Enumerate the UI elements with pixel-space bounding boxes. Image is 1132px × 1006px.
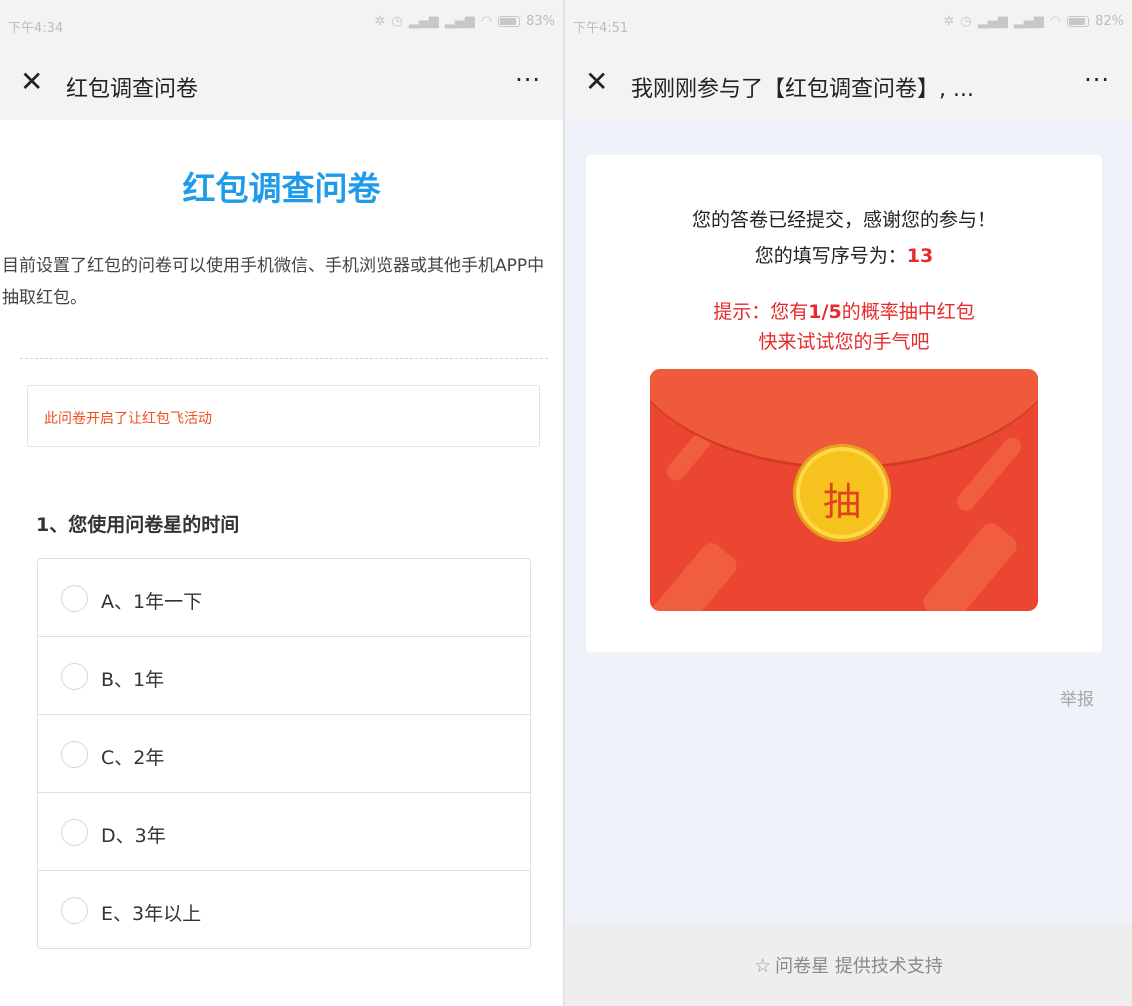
- page-title: 我刚刚参与了【红包调查问卷】, ...: [631, 77, 974, 102]
- signal-icon: ▂▄▆: [408, 14, 439, 29]
- battery-level: 83%: [526, 14, 555, 29]
- envelope-stripe: [650, 539, 741, 611]
- option-label: D、3年: [101, 825, 166, 847]
- notice-text: 此问卷开启了让红包飞活动: [44, 411, 212, 427]
- option-c[interactable]: C、2年: [38, 715, 530, 793]
- option-label: E、3年以上: [101, 903, 202, 925]
- close-icon[interactable]: ✕: [20, 68, 43, 96]
- option-b[interactable]: B、1年: [38, 637, 530, 715]
- thanks-message: 您的答卷已经提交，感谢您的参与！: [691, 209, 996, 231]
- more-icon[interactable]: ···: [1084, 66, 1110, 94]
- status-bar: 下午4:51 ✲ ◷ ▂▄▆ ▂▄▆ ◠ 82%: [565, 0, 1132, 48]
- hint-suffix: 的概率抽中红包: [841, 301, 975, 323]
- alarm-icon: ◷: [960, 14, 972, 29]
- footer: ☆ 问卷星 提供技术支持: [565, 924, 1132, 1006]
- result-card: 您的答卷已经提交，感谢您的参与！ 您的填写序号为：13 提示：您有1/5的概率抽…: [586, 155, 1102, 652]
- battery-level: 82%: [1095, 14, 1124, 29]
- signal-icon-2: ▂▄▆: [444, 14, 475, 29]
- more-icon[interactable]: ···: [515, 66, 541, 94]
- close-icon[interactable]: ✕: [585, 68, 608, 96]
- radio-button[interactable]: [61, 741, 88, 768]
- status-bar: 下午4:34 ✲ ◷ ▂▄▆ ▂▄▆ ◠ 83%: [0, 0, 563, 48]
- radio-button[interactable]: [61, 819, 88, 846]
- signal-icon: ▂▄▆: [977, 14, 1008, 29]
- wifi-icon: ◠: [480, 14, 493, 29]
- draw-label: 抽: [822, 480, 861, 524]
- red-envelope[interactable]: 抽: [650, 369, 1038, 611]
- envelope-stripe: [919, 519, 1021, 611]
- option-label: C、2年: [101, 747, 165, 769]
- survey-description: 目前设置了红包的问卷可以使用手机微信、手机浏览器或其他手机APP中抽取红包。: [2, 256, 545, 308]
- report-link[interactable]: 举报: [1060, 685, 1094, 710]
- serial-line: 您的填写序号为：13: [586, 241, 1102, 268]
- radio-button[interactable]: [61, 585, 88, 612]
- redpacket-notice: 此问卷开启了让红包飞活动: [27, 385, 540, 447]
- option-label: B、1年: [101, 669, 165, 691]
- divider: [20, 358, 548, 359]
- hint-prefix: 提示：您有: [713, 301, 809, 323]
- status-icons: ✲ ◷ ▂▄▆ ▂▄▆ ◠ 83%: [375, 14, 556, 29]
- radio-button[interactable]: [61, 897, 88, 924]
- nav-bar: ✕ 我刚刚参与了【红包调查问卷】, ... ···: [565, 48, 1132, 120]
- signal-icon-2: ▂▄▆: [1013, 14, 1044, 29]
- footer-text: ☆ 问卷星 提供技术支持: [565, 952, 1132, 978]
- footer-label[interactable]: 问卷星 提供技术支持: [775, 956, 943, 977]
- bluetooth-icon: ✲: [374, 14, 386, 29]
- status-time: 下午4:51: [573, 21, 629, 36]
- option-e[interactable]: E、3年以上: [38, 871, 530, 948]
- alarm-icon: ◷: [391, 14, 403, 29]
- serial-number: 13: [906, 245, 934, 267]
- star-icon: ☆: [754, 955, 772, 977]
- status-time: 下午4:34: [8, 21, 64, 36]
- option-a[interactable]: A、1年一下: [38, 559, 530, 637]
- battery-icon: [1067, 16, 1090, 27]
- options-list: A、1年一下 B、1年 C、2年 D、3年 E、3年以上: [37, 558, 531, 949]
- hint-line2: 快来试试您的手气吧: [758, 331, 930, 353]
- right-screen: 下午4:51 ✲ ◷ ▂▄▆ ▂▄▆ ◠ 82% ✕ 我刚刚参与了【红包调查问卷…: [565, 0, 1132, 1006]
- hint-probability: 1/5: [808, 301, 842, 323]
- left-screen: 下午4:34 ✲ ◷ ▂▄▆ ▂▄▆ ◠ 83% ✕ 红包调查问卷 ··· 红包…: [0, 0, 563, 1006]
- battery-icon: [498, 16, 521, 27]
- serial-label: 您的填写序号为：: [754, 245, 907, 267]
- page-title: 红包调查问卷: [66, 77, 199, 102]
- wifi-icon: ◠: [1049, 14, 1062, 29]
- status-icons: ✲ ◷ ▂▄▆ ▂▄▆ ◠ 82%: [944, 14, 1125, 29]
- draw-button[interactable]: 抽: [796, 447, 888, 539]
- nav-bar: ✕ 红包调查问卷 ···: [0, 48, 563, 120]
- option-d[interactable]: D、3年: [38, 793, 530, 871]
- lottery-hint: 提示：您有1/5的概率抽中红包 快来试试您的手气吧: [586, 297, 1102, 357]
- question-title: 1、您使用问卷星的时间: [36, 514, 240, 536]
- option-label: A、1年一下: [101, 591, 203, 613]
- radio-button[interactable]: [61, 663, 88, 690]
- survey-title: 红包调查问卷: [182, 169, 381, 208]
- bluetooth-icon: ✲: [943, 14, 955, 29]
